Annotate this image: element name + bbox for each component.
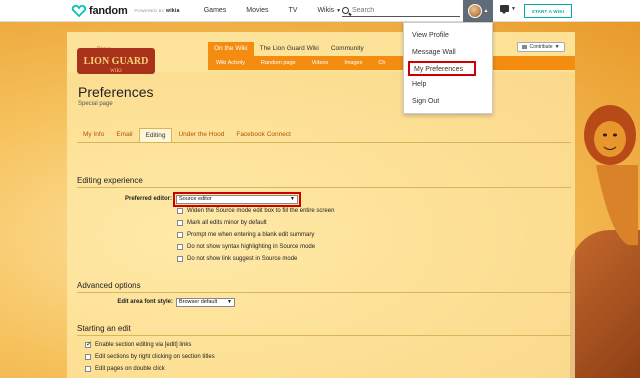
- checkbox[interactable]: [177, 208, 183, 214]
- subnav-wiki-activity[interactable]: Wiki Activity: [208, 56, 253, 70]
- page-content: LION GUARD WIKI Disney On the Wiki The L…: [67, 32, 575, 378]
- checkbox[interactable]: [177, 220, 183, 226]
- subnav-videos[interactable]: Videos: [304, 56, 337, 70]
- font-style-value: Browser default: [179, 299, 218, 305]
- preferred-editor-label: Preferred editor:: [124, 196, 172, 202]
- subnav-random-page[interactable]: Random page: [253, 56, 304, 70]
- checkbox[interactable]: [177, 232, 183, 238]
- option-label: Mark all edits minor by default: [187, 220, 267, 226]
- svg-text:Disney: Disney: [97, 47, 112, 52]
- start-a-wiki-button[interactable]: START A WIKI: [524, 4, 572, 18]
- chevron-down-icon: ▼: [290, 196, 295, 202]
- user-dropdown-menu: View Profile Message Wall My Preferences…: [403, 22, 493, 114]
- edit-icon: [522, 45, 528, 49]
- checkbox[interactable]: [85, 366, 91, 372]
- tab-my-info[interactable]: My Info: [77, 128, 110, 142]
- nav-wikis-label: Wikis: [317, 7, 335, 14]
- preference-tabs: My Info Email Editing Under the Hood Fac…: [77, 128, 571, 143]
- fandom-logo[interactable]: fandom POWERED BY wikia: [72, 4, 180, 17]
- option-prompt-blank-summary[interactable]: Prompt me when entering a blank edit sum…: [177, 232, 314, 238]
- wiki-wordmark-logo[interactable]: LION GUARD WIKI Disney: [77, 42, 155, 76]
- search-box[interactable]: [342, 4, 460, 17]
- fandom-heart-icon: [72, 4, 86, 17]
- checkbox[interactable]: [177, 244, 183, 250]
- option-no-syntax-highlight[interactable]: Do not show syntax highlighting in Sourc…: [177, 244, 315, 250]
- page-subtitle: Special page: [78, 101, 113, 107]
- checkbox-checked[interactable]: [85, 340, 92, 348]
- avatar: [467, 4, 482, 18]
- global-nav-links: Games Movies TV Wikis ▼: [194, 7, 351, 14]
- tab-community[interactable]: Community: [325, 42, 370, 56]
- svg-text:LION GUARD: LION GUARD: [84, 56, 149, 67]
- option-no-link-suggest[interactable]: Do not show link suggest in Source mode: [177, 256, 297, 262]
- menu-sign-out[interactable]: Sign Out: [404, 93, 492, 110]
- menu-my-preferences[interactable]: My Preferences: [408, 61, 476, 76]
- section-starting-an-edit: Starting an edit: [77, 324, 571, 336]
- contribute-button[interactable]: Contribute ▼: [517, 42, 565, 52]
- powered-by: POWERED BY wikia: [135, 8, 180, 14]
- search-icon: [342, 6, 349, 14]
- option-label: Edit sections by right clicking on secti…: [95, 354, 215, 360]
- contribute-label: Contribute: [529, 44, 553, 50]
- font-style-select[interactable]: Browser default ▼: [176, 298, 235, 307]
- option-mark-minor[interactable]: Mark all edits minor by default: [177, 220, 267, 226]
- chevron-down-icon: ▼: [511, 5, 516, 12]
- wiki-subnav: Wiki Activity Random page Videos Images …: [208, 56, 575, 70]
- notifications-button[interactable]: ▼: [500, 5, 516, 14]
- powered-by-label: POWERED BY: [134, 7, 165, 13]
- background-rock: [570, 230, 640, 378]
- option-section-edit-links[interactable]: Enable section editing via [edit] links: [85, 340, 192, 348]
- tab-under-the-hood[interactable]: Under the Hood: [172, 128, 230, 142]
- nav-games[interactable]: Games: [194, 7, 237, 14]
- section-advanced-options: Advanced options: [77, 281, 571, 293]
- chevron-down-icon: ▼: [554, 44, 560, 50]
- option-label: Edit pages on double click: [95, 366, 165, 372]
- option-label: Enable section editing via [edit] links: [95, 342, 192, 348]
- chevron-up-icon: ▲: [483, 8, 489, 14]
- tab-the-lion-guard-wiki[interactable]: The Lion Guard Wiki: [254, 42, 325, 56]
- fandom-brand: fandom: [89, 4, 128, 17]
- option-right-click-section[interactable]: Edit sections by right clicking on secti…: [85, 354, 215, 360]
- preferred-editor-value: Source editor: [179, 196, 212, 202]
- message-icon: [500, 5, 509, 14]
- tab-email[interactable]: Email: [110, 128, 138, 142]
- option-label: Do not show link suggest in Source mode: [187, 256, 298, 262]
- menu-message-wall[interactable]: Message Wall: [404, 44, 492, 61]
- option-double-click-edit[interactable]: Edit pages on double click: [85, 366, 165, 372]
- lion-illustration: [584, 105, 638, 245]
- tab-on-the-wiki[interactable]: On the Wiki: [208, 42, 254, 56]
- checkbox[interactable]: [177, 256, 183, 262]
- tab-editing[interactable]: Editing: [138, 128, 173, 142]
- nav-tv[interactable]: TV: [278, 7, 307, 14]
- powered-by-brand: wikia: [166, 7, 180, 14]
- option-label: Widen the Source mode edit box to fill t…: [187, 208, 335, 214]
- font-style-label: Edit area font style:: [117, 299, 173, 305]
- option-label: Prompt me when entering a blank edit sum…: [187, 232, 315, 238]
- user-menu-button[interactable]: ▲: [463, 0, 493, 22]
- tab-facebook-connect[interactable]: Facebook Connect: [230, 128, 297, 142]
- option-widen-edit-box[interactable]: Widen the Source mode edit box to fill t…: [177, 208, 334, 214]
- section-editing-experience: Editing experience: [77, 176, 571, 188]
- chevron-down-icon: ▼: [336, 8, 342, 14]
- chevron-down-icon: ▼: [227, 299, 232, 305]
- preferred-editor-select[interactable]: Source editor ▼: [176, 195, 298, 204]
- menu-view-profile[interactable]: View Profile: [404, 27, 492, 44]
- subnav-images[interactable]: Images: [336, 56, 370, 70]
- option-label: Do not show syntax highlighting in Sourc…: [187, 244, 316, 250]
- page-title: Preferences: [78, 84, 154, 100]
- search-input[interactable]: [352, 6, 452, 14]
- nav-movies[interactable]: Movies: [236, 7, 278, 14]
- subnav-chat[interactable]: Ch: [370, 56, 393, 70]
- svg-text:WIKI: WIKI: [110, 69, 122, 74]
- global-navigation: fandom POWERED BY wikia Games Movies TV …: [0, 0, 640, 22]
- menu-help[interactable]: Help: [404, 76, 492, 93]
- checkbox[interactable]: [85, 354, 91, 360]
